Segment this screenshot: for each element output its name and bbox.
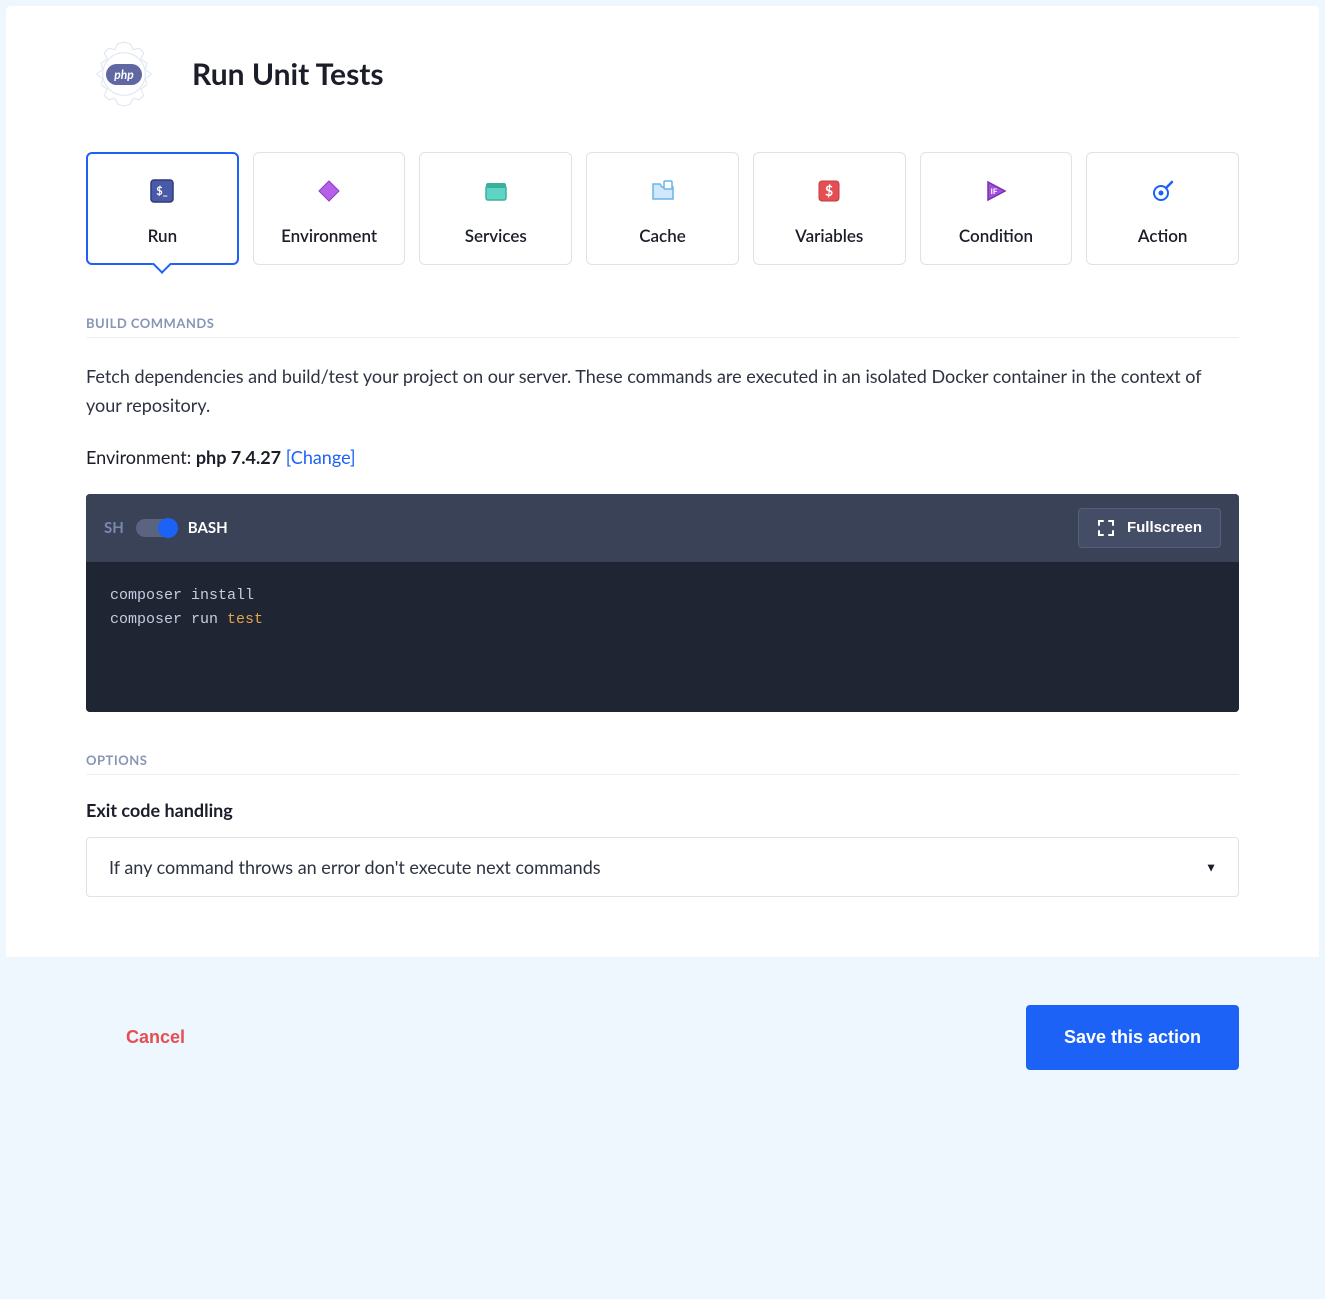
- tab-label: Run: [148, 225, 178, 246]
- change-link[interactable]: [Change]: [286, 446, 356, 468]
- shell-toggle: SH BASH: [104, 519, 228, 537]
- options-heading: OPTIONS: [86, 752, 1239, 775]
- tab-label: Environment: [281, 225, 377, 246]
- php-badge: php: [106, 64, 141, 85]
- fullscreen-label: Fullscreen: [1127, 519, 1202, 536]
- tab-label: Cache: [639, 225, 686, 246]
- code-body[interactable]: composer install composer run test: [86, 562, 1239, 712]
- save-button[interactable]: Save this action: [1026, 1005, 1239, 1070]
- shell-toggle-switch[interactable]: [136, 519, 176, 537]
- cancel-button[interactable]: Cancel: [86, 1019, 225, 1056]
- tab-action[interactable]: Action: [1086, 152, 1239, 265]
- play-icon: IF: [982, 177, 1010, 205]
- build-commands-heading: BUILD COMMANDS: [86, 315, 1239, 338]
- tab-condition[interactable]: IF Condition: [920, 152, 1073, 265]
- tabs: $_ Run Environment: [86, 152, 1239, 265]
- tab-label: Services: [465, 225, 527, 246]
- main-panel: php Run Unit Tests $_ Run: [6, 6, 1319, 1118]
- tab-label: Condition: [959, 225, 1033, 246]
- code-editor: SH BASH Fullscreen composer install comp…: [86, 494, 1239, 712]
- tab-services[interactable]: Services: [419, 152, 572, 265]
- footer: Cancel Save this action: [6, 957, 1319, 1118]
- tab-cache[interactable]: Cache: [586, 152, 739, 265]
- svg-text:IF: IF: [991, 186, 998, 196]
- env-value: php 7.4.27: [196, 446, 281, 468]
- environment-line: Environment: php 7.4.27 [Change]: [86, 446, 1239, 468]
- tab-environment[interactable]: Environment: [253, 152, 406, 265]
- shell-sh-label: SH: [104, 519, 124, 537]
- exit-code-select[interactable]: If any command throws an error don't exe…: [86, 837, 1239, 897]
- terminal-icon: $_: [148, 177, 176, 205]
- tab-label: Action: [1138, 225, 1188, 246]
- fullscreen-icon: [1097, 519, 1115, 537]
- shell-bash-label: BASH: [188, 519, 228, 537]
- build-description: Fetch dependencies and build/test your p…: [86, 362, 1239, 420]
- fullscreen-button[interactable]: Fullscreen: [1078, 508, 1221, 548]
- box-icon: [482, 177, 510, 205]
- dollar-icon: $: [815, 177, 843, 205]
- gear-icon: [1149, 177, 1177, 205]
- exit-code-label: Exit code handling: [86, 799, 1239, 821]
- tab-run[interactable]: $_ Run: [86, 152, 239, 265]
- code-header: SH BASH Fullscreen: [86, 494, 1239, 562]
- diamond-icon: [315, 177, 343, 205]
- folder-icon: [649, 177, 677, 205]
- env-label: Environment:: [86, 446, 196, 468]
- page-title: Run Unit Tests: [192, 56, 384, 92]
- code-line: composer install: [110, 584, 1215, 608]
- svg-text:$: $: [825, 182, 833, 199]
- tab-variables[interactable]: $ Variables: [753, 152, 906, 265]
- tab-label: Variables: [795, 225, 863, 246]
- php-gear-icon: php: [86, 36, 162, 112]
- svg-text:$_: $_: [157, 185, 169, 198]
- header: php Run Unit Tests: [86, 36, 1239, 112]
- code-line: composer run test: [110, 608, 1215, 632]
